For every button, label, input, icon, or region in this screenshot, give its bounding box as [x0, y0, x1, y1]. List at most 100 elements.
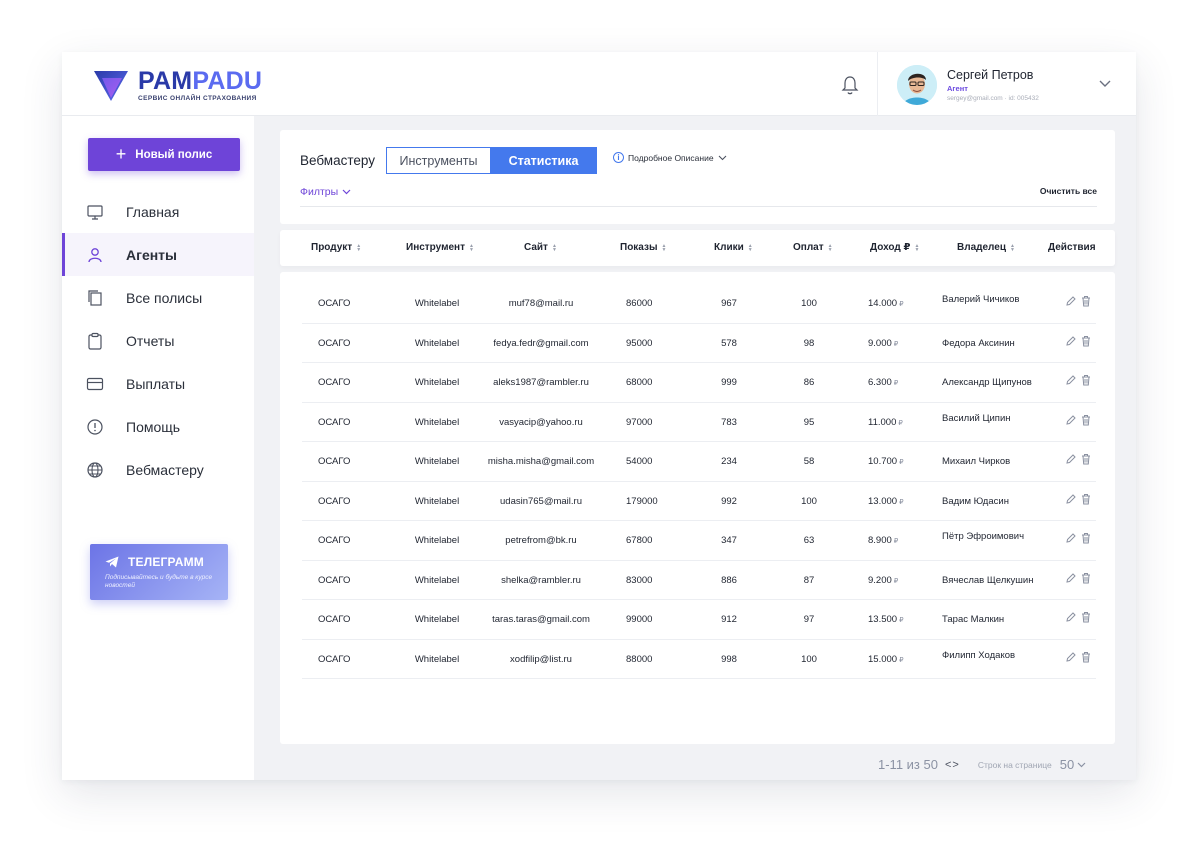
cell-tool: Whitelabel	[415, 456, 459, 467]
cell-value: ОСАГО	[318, 614, 351, 625]
cell-value: 347	[721, 535, 737, 546]
trash-icon[interactable]	[1081, 374, 1091, 386]
pencil-icon[interactable]	[1065, 414, 1076, 426]
cell-value: 578	[721, 337, 737, 349]
row-actions	[1065, 493, 1093, 507]
table-row[interactable]: ОСАГО Whitelabel petrefrom@bk.ru 67800 347 63…	[302, 521, 1096, 561]
column-header-tool[interactable]: Инструмент ▲ ▼	[406, 242, 474, 253]
pagination-arrows[interactable]: <>	[945, 759, 960, 771]
cell-tool: Whitelabel	[415, 496, 459, 507]
trash-icon[interactable]	[1081, 335, 1091, 347]
sidebar-item-home[interactable]: Главная	[62, 190, 254, 233]
trash-icon[interactable]	[1081, 572, 1091, 584]
pencil-icon[interactable]	[1065, 532, 1076, 544]
logo[interactable]: PAMPADU СЕРВИС ОНЛАЙН СТРАХОВАНИЯ	[92, 67, 262, 103]
column-header-owner[interactable]: Владелец ▲ ▼	[957, 242, 1015, 253]
user-name[interactable]: Сергей Петров	[947, 68, 1033, 82]
sidebar-item-help[interactable]: Помощь	[62, 405, 254, 448]
pencil-icon[interactable]	[1065, 335, 1076, 347]
table-row[interactable]: ОСАГО Whitelabel shelka@rambler.ru 83000 886…	[302, 561, 1096, 600]
currency-sign: ₽	[899, 617, 904, 624]
currency-sign: ₽	[899, 656, 904, 664]
cell-views: 68000	[626, 377, 652, 388]
table-row[interactable]: ОСАГО Whitelabel fedya.fedr@gmail.com 95000…	[302, 324, 1096, 363]
cell-value: Валерий Чичиков	[942, 294, 1020, 305]
pencil-icon[interactable]	[1065, 651, 1076, 663]
sidebar-item-webmaster[interactable]: Вебмастеру	[62, 448, 254, 491]
chevron-down-icon[interactable]	[1077, 762, 1086, 768]
trash-icon[interactable]	[1081, 532, 1091, 544]
pencil-icon[interactable]	[1065, 374, 1076, 386]
pencil-icon[interactable]	[1065, 572, 1076, 584]
column-header-income[interactable]: Доход ₽ ▲ ▼	[870, 242, 919, 253]
column-header-paid[interactable]: Оплат ▲ ▼	[793, 242, 833, 253]
clear-all-button[interactable]: Очистить все	[1040, 186, 1097, 196]
cell-value: 68000	[626, 377, 653, 388]
tab-statistics[interactable]: Статистика	[491, 147, 597, 174]
sidebar-item-all-policies[interactable]: Все полисы	[62, 276, 254, 319]
alert-circle-icon	[87, 419, 103, 435]
pencil-icon[interactable]	[1065, 295, 1076, 307]
pencil-icon[interactable]	[1065, 493, 1076, 505]
cell-product: ОСАГО	[318, 456, 350, 467]
sidebar-item-label: Отчеты	[126, 332, 175, 349]
page-title: Вебмастеру	[300, 153, 375, 168]
table-row[interactable]: ОСАГО Whitelabel udasin765@mail.ru 179000 99…	[302, 482, 1096, 521]
table-row[interactable]: ОСАГО Whitelabel muf78@mail.ru 86000 967 100 1…	[302, 284, 1096, 324]
sidebar-item-reports[interactable]: Отчеты	[62, 319, 254, 362]
description-label: Подробное Описание	[628, 152, 714, 163]
description-dropdown[interactable]: i Подробное Описание	[613, 152, 727, 163]
sort-icon: ▲ ▼	[661, 243, 667, 253]
trash-icon[interactable]	[1081, 414, 1091, 426]
table-row[interactable]: ОСАГО Whitelabel taras.taras@gmail.com 9900…	[302, 600, 1096, 640]
sidebar-item-label: Главная	[126, 203, 180, 220]
column-header-label: Сайт	[524, 242, 548, 253]
currency-sign: ₽	[893, 577, 899, 585]
table-row[interactable]: ОСАГО Whitelabel vasyacip@yahoo.ru 97000 783…	[302, 403, 1096, 442]
column-header-label: Клики	[714, 242, 744, 253]
cell-value: taras.taras@gmail.com	[492, 614, 590, 625]
sidebar-item-agents[interactable]: Агенты	[62, 233, 254, 276]
trash-icon[interactable]	[1081, 493, 1091, 505]
header-divider	[877, 52, 878, 116]
trash-icon[interactable]	[1081, 295, 1091, 307]
table-row[interactable]: ОСАГО Whitelabel misha.misha@gmail.com 5400…	[302, 442, 1096, 482]
copy-icon	[88, 290, 102, 306]
column-header-product[interactable]: Продукт ▲ ▼	[311, 242, 361, 253]
cell-clicks: 998	[721, 654, 737, 665]
filters-dropdown[interactable]: Филтры	[300, 186, 351, 198]
tab-tools[interactable]: Инструменты	[386, 147, 491, 174]
cell-value: 179000	[626, 495, 658, 507]
cell-value: Whitelabel	[414, 416, 460, 428]
cell-tool: Whitelabel	[415, 575, 459, 586]
trash-icon[interactable]	[1081, 611, 1091, 623]
telegram-banner[interactable]: ТЕЛЕГРАММ Подписывайтесь и будьте в курс…	[90, 544, 228, 600]
table-row[interactable]: ОСАГО Whitelabel aleks1987@rambler.ru 68000…	[302, 363, 1096, 403]
cell-tool: Whitelabel	[415, 338, 459, 349]
rows-per-page-select[interactable]: 50	[1060, 757, 1074, 772]
sidebar: + Новый полис Главная Агенты Все полисы …	[62, 116, 254, 780]
pencil-icon[interactable]	[1065, 453, 1076, 465]
sidebar-item-payments[interactable]: Выплаты	[62, 362, 254, 405]
trash-icon[interactable]	[1081, 651, 1091, 663]
column-header-views[interactable]: Показы ▲ ▼	[620, 242, 666, 253]
avatar[interactable]	[897, 65, 937, 105]
new-policy-button[interactable]: + Новый полис	[88, 138, 240, 171]
cell-site: aleks1987@rambler.ru	[493, 377, 589, 388]
new-policy-label: Новый полис	[135, 148, 213, 161]
column-header-site[interactable]: Сайт ▲ ▼	[524, 242, 557, 253]
cell-income: 9.200 ₽	[868, 575, 898, 586]
pencil-icon[interactable]	[1065, 611, 1076, 623]
cell-value: Пётр Эфроимович	[942, 531, 1025, 542]
cell-product: ОСАГО	[318, 614, 350, 625]
bell-icon[interactable]	[840, 74, 860, 96]
cell-product: ОСАГО	[318, 496, 350, 507]
cell-value: Василий Ципин	[942, 412, 1011, 424]
column-header-clicks[interactable]: Клики ▲ ▼	[714, 242, 753, 253]
table-row[interactable]: ОСАГО Whitelabel xodfilip@list.ru 88000 998 1…	[302, 640, 1096, 679]
cell-value: 95000	[626, 337, 653, 349]
trash-icon[interactable]	[1081, 453, 1091, 465]
cell-product: ОСАГО	[318, 377, 350, 388]
cell-site: misha.misha@gmail.com	[488, 456, 594, 467]
chevron-down-icon[interactable]	[1098, 78, 1112, 88]
